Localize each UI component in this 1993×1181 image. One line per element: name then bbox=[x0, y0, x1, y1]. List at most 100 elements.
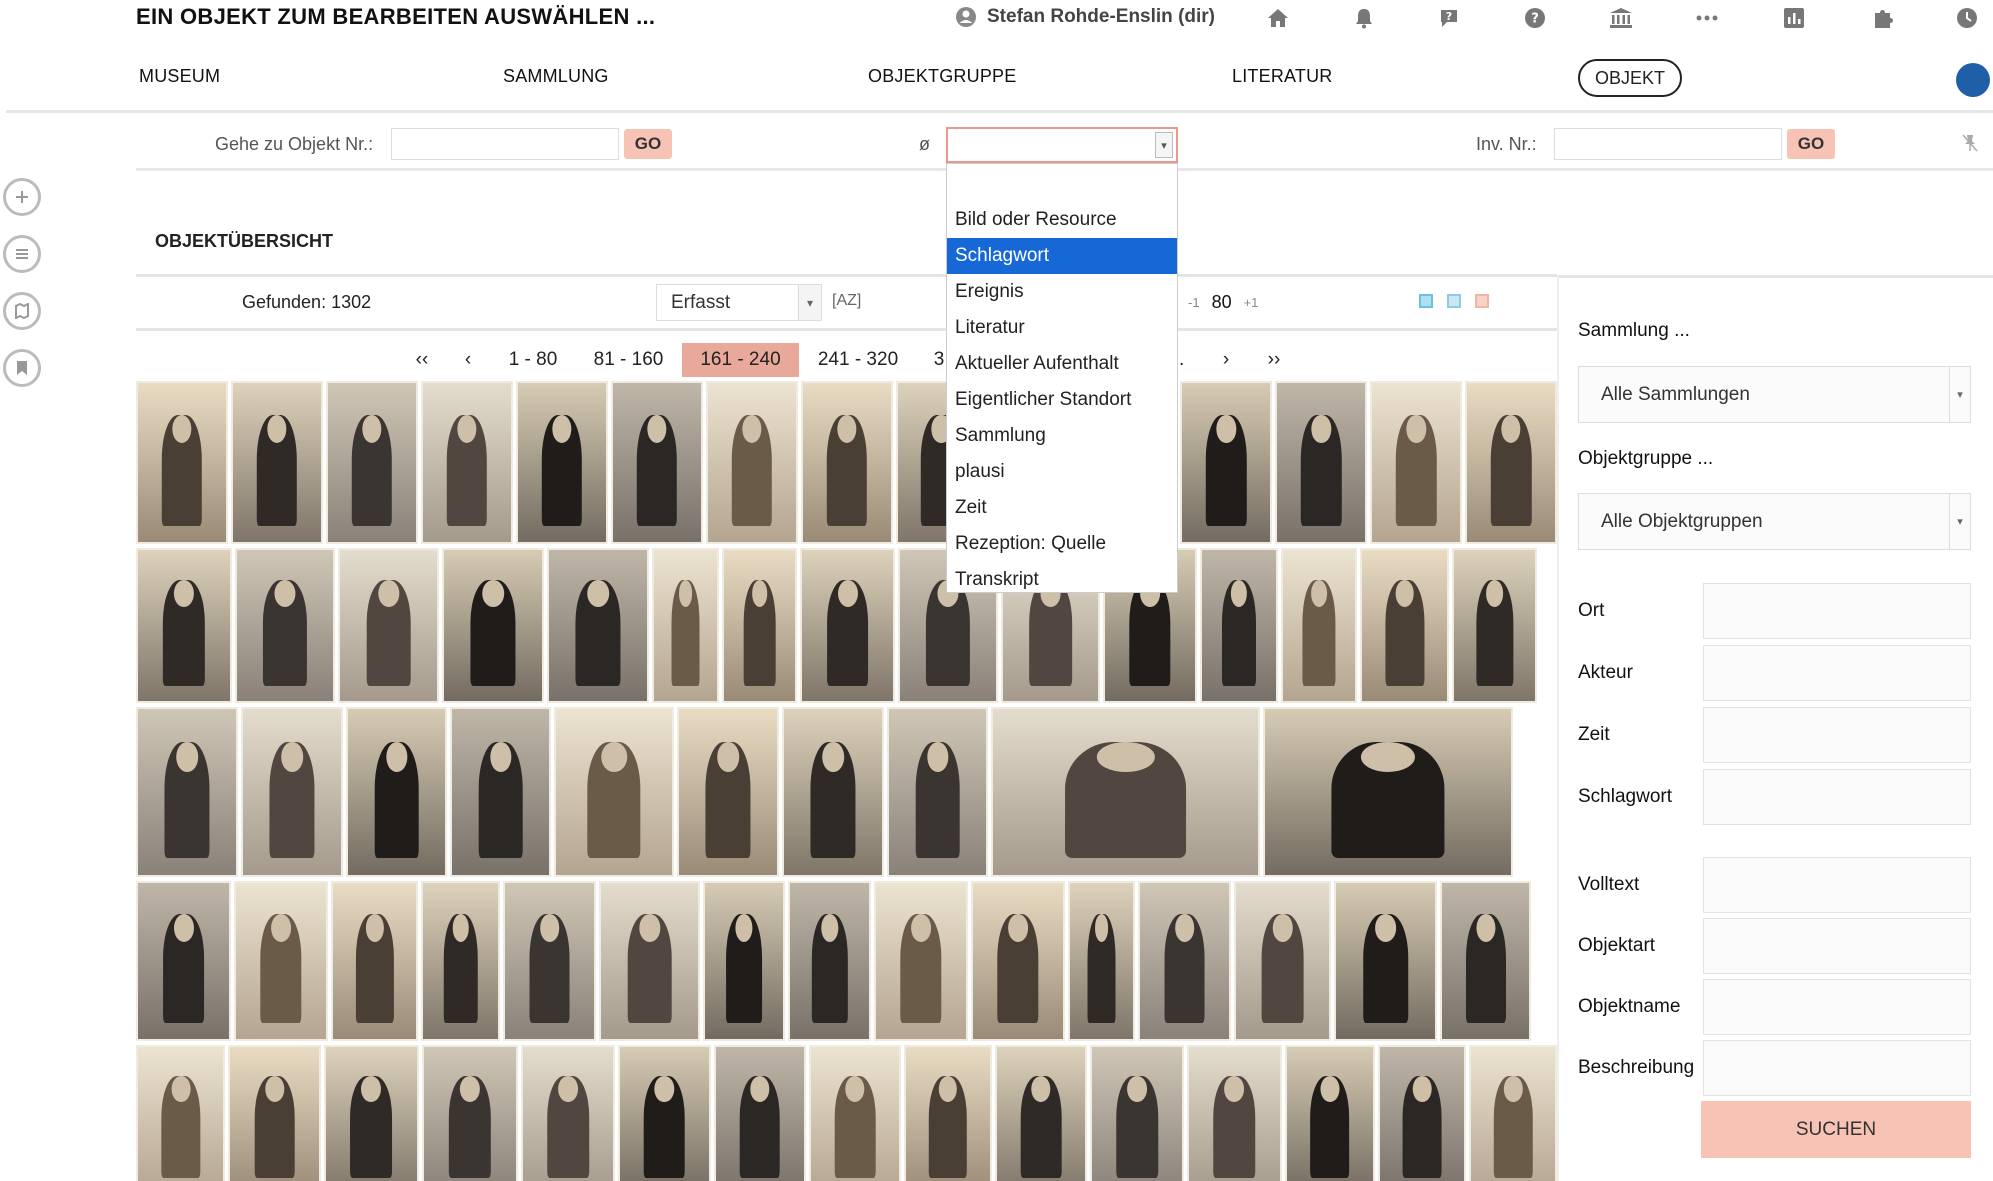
object-thumbnail[interactable] bbox=[230, 381, 323, 544]
object-thumbnail[interactable] bbox=[991, 707, 1260, 877]
object-thumbnail[interactable] bbox=[1469, 1045, 1557, 1181]
object-thumbnail[interactable] bbox=[1284, 1045, 1375, 1181]
sammlung-select[interactable]: Alle Sammlungen ▾ bbox=[1578, 366, 1971, 423]
object-thumbnail[interactable] bbox=[503, 881, 596, 1041]
object-thumbnail[interactable] bbox=[788, 881, 871, 1041]
zoom-minus[interactable]: -1 bbox=[1188, 295, 1200, 310]
object-thumbnail[interactable] bbox=[323, 1045, 419, 1181]
object-thumbnail[interactable] bbox=[1263, 707, 1513, 877]
object-thumbnail[interactable] bbox=[703, 881, 785, 1041]
object-thumbnail[interactable] bbox=[1281, 548, 1357, 703]
page-241-320[interactable]: 241 - 320 bbox=[808, 343, 908, 377]
object-thumbnail[interactable] bbox=[515, 381, 608, 544]
object-thumbnail[interactable] bbox=[1275, 381, 1368, 544]
objektgruppe-select[interactable]: Alle Objektgruppen ▾ bbox=[1578, 493, 1971, 550]
object-thumbnail[interactable] bbox=[136, 1045, 226, 1181]
field-option[interactable]: Eigentlicher Standort bbox=[947, 382, 1177, 418]
help-icon[interactable]: ? bbox=[1437, 6, 1461, 30]
object-thumbnail[interactable] bbox=[1452, 548, 1537, 703]
field-option[interactable] bbox=[947, 166, 1177, 202]
user-menu[interactable]: Stefan Rohde-Enslin (dir) bbox=[955, 6, 1215, 28]
object-thumbnail[interactable] bbox=[887, 707, 988, 877]
objektname-field[interactable] bbox=[1703, 979, 1971, 1035]
nav-objektgruppe[interactable]: OBJEKTGRUPPE bbox=[868, 66, 1016, 87]
schlagwort-field[interactable] bbox=[1703, 769, 1971, 825]
status-dot[interactable] bbox=[1956, 63, 1990, 97]
object-thumbnail[interactable] bbox=[599, 881, 700, 1041]
object-thumbnail[interactable] bbox=[1465, 381, 1557, 544]
object-thumbnail[interactable] bbox=[1334, 881, 1437, 1041]
chevron-down-icon[interactable]: ▾ bbox=[798, 285, 821, 320]
object-thumbnail[interactable] bbox=[874, 881, 968, 1041]
object-thumbnail[interactable] bbox=[547, 548, 649, 703]
field-option[interactable]: Zeit bbox=[947, 490, 1177, 526]
inv-nr-input[interactable] bbox=[1554, 128, 1782, 160]
add-icon[interactable] bbox=[3, 178, 41, 216]
map-icon[interactable] bbox=[3, 292, 41, 330]
ort-field[interactable] bbox=[1703, 583, 1971, 639]
objektart-field[interactable] bbox=[1703, 918, 1971, 974]
object-thumbnail[interactable] bbox=[1180, 381, 1273, 544]
field-option[interactable]: Ereignis bbox=[947, 274, 1177, 310]
nav-objekt[interactable]: OBJEKT bbox=[1578, 59, 1682, 97]
object-thumbnail[interactable] bbox=[136, 881, 231, 1041]
nav-literatur[interactable]: LITERATUR bbox=[1232, 66, 1332, 87]
sort-select[interactable]: Erfasst ▾ bbox=[656, 284, 822, 321]
object-thumbnail[interactable] bbox=[808, 1045, 902, 1181]
field-select[interactable]: ▾ bbox=[946, 127, 1178, 163]
bell-icon[interactable] bbox=[1352, 6, 1376, 30]
object-thumbnail[interactable] bbox=[136, 548, 232, 703]
field-option[interactable]: plausi bbox=[947, 454, 1177, 490]
object-thumbnail[interactable] bbox=[442, 548, 544, 703]
pin-icon[interactable] bbox=[1962, 134, 1978, 157]
chart-icon[interactable] bbox=[1782, 6, 1806, 30]
page-last[interactable]: ›› bbox=[1262, 343, 1286, 377]
field-option[interactable]: Transkript bbox=[947, 562, 1177, 598]
field-option[interactable]: Rezeption: Quelle bbox=[947, 526, 1177, 562]
object-thumbnail[interactable] bbox=[800, 381, 893, 544]
object-thumbnail[interactable] bbox=[331, 881, 418, 1041]
list-icon[interactable] bbox=[3, 235, 41, 273]
object-thumbnail[interactable] bbox=[722, 548, 797, 703]
object-thumbnail[interactable] bbox=[234, 881, 328, 1041]
object-thumbnail[interactable] bbox=[228, 1045, 321, 1181]
object-thumbnail[interactable] bbox=[1377, 1045, 1467, 1181]
object-thumbnail[interactable] bbox=[420, 381, 513, 544]
object-thumbnail[interactable] bbox=[346, 707, 447, 877]
akteur-field[interactable] bbox=[1703, 645, 1971, 701]
grid-view-icon[interactable] bbox=[1419, 294, 1433, 308]
chevron-down-icon[interactable]: ▾ bbox=[1949, 367, 1970, 422]
field-option[interactable]: Aktueller Aufenthalt bbox=[947, 346, 1177, 382]
object-thumbnail[interactable] bbox=[1360, 548, 1449, 703]
object-thumbnail[interactable] bbox=[971, 881, 1065, 1041]
object-thumbnail[interactable] bbox=[652, 548, 719, 703]
nav-museum[interactable]: MUSEUM bbox=[139, 66, 220, 87]
volltext-field[interactable] bbox=[1703, 857, 1971, 913]
object-thumbnail[interactable] bbox=[421, 881, 500, 1041]
search-button[interactable]: SUCHEN bbox=[1701, 1101, 1971, 1158]
detail-view-icon[interactable] bbox=[1475, 294, 1489, 308]
chevron-down-icon[interactable]: ▾ bbox=[1155, 132, 1173, 158]
field-option[interactable]: Literatur bbox=[947, 310, 1177, 346]
object-thumbnail[interactable] bbox=[677, 707, 779, 877]
object-thumbnail[interactable] bbox=[241, 707, 343, 877]
object-thumbnail[interactable] bbox=[450, 707, 551, 877]
goto-object-input[interactable] bbox=[391, 128, 619, 160]
object-thumbnail[interactable] bbox=[554, 707, 674, 877]
object-thumbnail[interactable] bbox=[782, 707, 884, 877]
bookmark-icon[interactable] bbox=[3, 349, 41, 387]
object-thumbnail[interactable] bbox=[136, 381, 228, 544]
object-thumbnail[interactable] bbox=[1138, 881, 1231, 1041]
field-option[interactable]: Schlagwort bbox=[947, 238, 1177, 274]
page-81-160[interactable]: 81 - 160 bbox=[586, 343, 671, 377]
zoom-plus[interactable]: +1 bbox=[1244, 295, 1259, 310]
object-thumbnail[interactable] bbox=[235, 548, 335, 703]
object-thumbnail[interactable] bbox=[1370, 381, 1463, 544]
object-thumbnail[interactable] bbox=[618, 1045, 711, 1181]
field-option[interactable]: Bild oder Resource bbox=[947, 202, 1177, 238]
object-thumbnail[interactable] bbox=[610, 381, 703, 544]
page-first[interactable]: ‹‹ bbox=[410, 343, 434, 377]
object-thumbnail[interactable] bbox=[338, 548, 439, 703]
home-icon[interactable] bbox=[1266, 6, 1290, 30]
object-thumbnail[interactable] bbox=[421, 1045, 519, 1181]
